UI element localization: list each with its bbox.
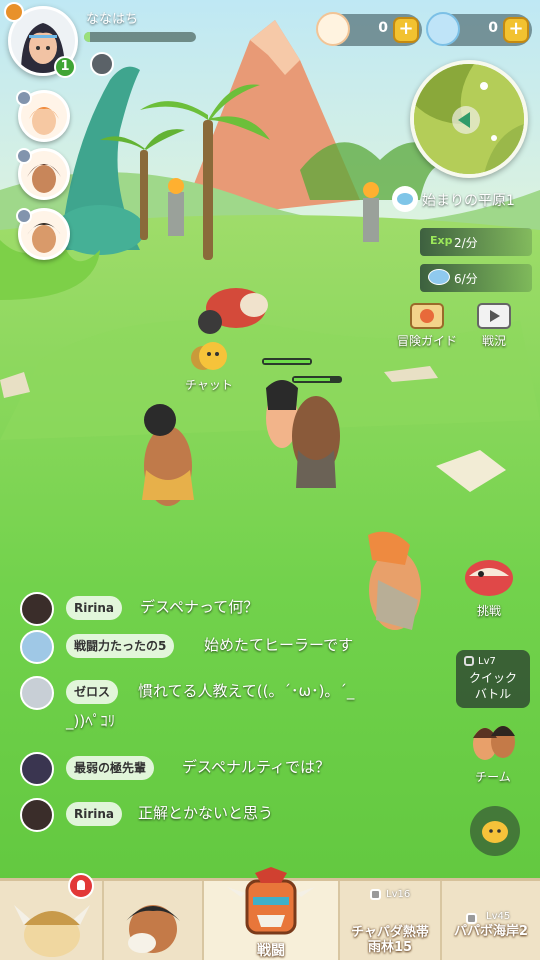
quick-battle-label-line1: クイック <box>468 671 517 685</box>
stage-chapada-label-line2: 雨林15 <box>367 940 413 955</box>
nav-battle-label: 戦闘 <box>257 943 285 959</box>
chat-blob-icon <box>482 821 508 843</box>
guide-book-icon <box>410 303 444 329</box>
caveman-character-icon <box>126 905 180 953</box>
chat-message-text: 始めたてヒーラーです <box>204 636 354 654</box>
chat-message-text: 慣れてる人教えて((。´･ω･)。´_ <box>138 682 355 700</box>
lock-icon <box>370 889 381 900</box>
currency-gem-value: 0 <box>488 20 498 36</box>
chat-avatar <box>20 630 54 664</box>
chat-avatar <box>20 798 54 832</box>
video-play-icon <box>477 303 511 329</box>
area-label: 始まりの平原1 <box>392 186 532 212</box>
quick-battle-label-line2: バトル <box>474 687 512 701</box>
battle-status-label: 戦況 <box>481 334 506 348</box>
stage-chapada-label-line1: チャパダ熱帯 <box>351 925 429 940</box>
viking-helmet-character-icon <box>14 905 90 957</box>
stage-chapada-label: チャパダ熱帯 雨林15 <box>340 925 440 955</box>
player-level-badge: 1 <box>54 56 76 78</box>
party-role-icon <box>16 90 32 106</box>
quick-battle-label: クイック バトル <box>456 670 530 702</box>
player-name: ななはち <box>86 12 139 27</box>
party-role-icon <box>16 208 32 224</box>
exp-rate-row: Exp 2/分 <box>420 228 532 256</box>
nav-stage-papabo[interactable]: Lv45 パパボ海岸2 <box>442 881 540 960</box>
battle-status-button[interactable]: 戦況 <box>466 300 522 349</box>
gem-rate-value: 6/分 <box>454 272 478 286</box>
quick-battle-button[interactable]: Lv7 クイック バトル <box>456 650 530 708</box>
lock-icon <box>464 656 474 666</box>
team-characters-icon <box>473 726 515 760</box>
adventure-guide-button[interactable]: 冒険ガイド <box>392 300 462 349</box>
chat-blob-icon <box>191 342 227 370</box>
stage-chapada-level: Lv16 <box>386 889 411 900</box>
gem-icon <box>428 269 450 285</box>
tribal-mask-icon <box>227 867 315 935</box>
minimap[interactable] <box>410 60 528 178</box>
player-exp-bar <box>84 32 196 42</box>
party-role-icon <box>16 148 32 164</box>
lock-icon <box>466 913 477 924</box>
settings-gear-icon[interactable] <box>90 52 114 76</box>
nav-characters[interactable] <box>104 881 202 960</box>
area-gem-icon <box>392 186 418 212</box>
minimap-terrain <box>414 64 524 174</box>
nav-battle[interactable]: 戦闘 <box>204 867 338 960</box>
chat-avatar <box>20 592 54 626</box>
chat-sender-name: 最弱の極先輩 <box>66 756 155 780</box>
red-monster-icon <box>465 560 513 596</box>
area-name: 始まりの平原1 <box>422 193 515 209</box>
player-exp-fill <box>84 32 90 42</box>
chat-message-text-continued: _))ﾍﾟｺﾘ <box>66 712 116 730</box>
team-button[interactable]: チーム <box>460 714 526 785</box>
notification-bell-icon <box>68 873 94 899</box>
chat-message-text: 正解とかないと思う <box>138 804 274 822</box>
currency-shell: 0 + <box>316 12 422 46</box>
chat-message-text: デスペナルティでは？ <box>182 758 331 776</box>
currency-gem: 0 + <box>426 12 532 46</box>
add-shell-button[interactable]: + <box>393 17 419 43</box>
challenge-button[interactable]: 挑戦 <box>456 552 522 619</box>
chat-sender-name: Ririna <box>66 802 123 826</box>
chat-sender-name: 戦闘力たったの5 <box>66 634 175 658</box>
blue-gem-icon <box>426 12 460 46</box>
chat-avatar <box>20 676 54 710</box>
exp-rate-value: 2/分 <box>454 236 478 250</box>
nav-camp[interactable] <box>0 873 102 960</box>
nav-stage-chapada[interactable]: Lv16 チャパダ熱帯 雨林15 <box>340 881 440 960</box>
currency-shell-value: 0 <box>378 20 388 36</box>
bottom-nav: 戦闘 Lv16 チャパダ熱帯 雨林15 Lv45 パパボ海岸2 <box>0 867 540 960</box>
shell-coin-icon <box>316 12 350 46</box>
team-label: チーム <box>475 770 511 784</box>
chat-button[interactable]: チャット <box>178 340 240 393</box>
chat-avatar <box>20 752 54 786</box>
gem-rate-row: 6/分 <box>420 264 532 292</box>
exp-icon: Exp <box>430 234 453 247</box>
adventure-guide-label: 冒険ガイド <box>396 334 457 348</box>
add-gem-button[interactable]: + <box>503 17 529 43</box>
chat-sender-name: ゼロス <box>66 680 119 704</box>
chat-sender-name: Ririna <box>66 596 123 620</box>
quick-battle-level: Lv7 <box>478 656 496 667</box>
challenge-label: 挑戦 <box>476 604 501 618</box>
stage-papabo-label: パパボ海岸2 <box>453 924 529 939</box>
open-chat-button[interactable] <box>470 806 520 856</box>
chat-button-label: チャット <box>185 378 233 392</box>
player-class-badge-icon <box>4 2 24 22</box>
chat-message-text: デスペナって何？ <box>140 598 259 616</box>
stage-papabo-level: Lv45 <box>486 911 511 922</box>
